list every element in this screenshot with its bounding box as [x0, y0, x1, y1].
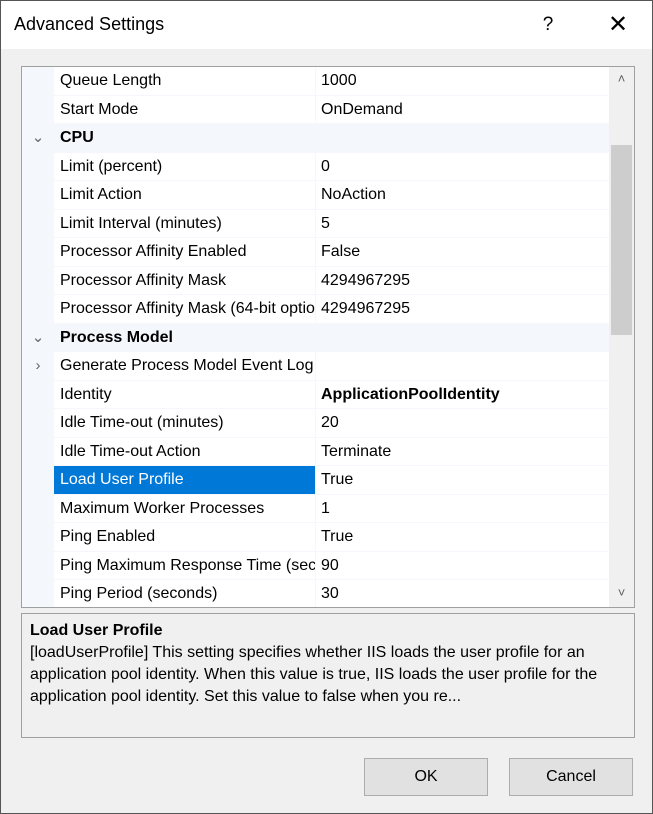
row-gutter	[22, 295, 54, 324]
property-name: Ping Maximum Response Time (seconds)	[54, 551, 315, 579]
close-button[interactable]: ✕	[601, 9, 635, 41]
property-name: Processor Affinity Enabled	[54, 238, 315, 266]
property-value[interactable]: 20	[316, 409, 609, 437]
scroll-down-icon[interactable]: ˅	[609, 585, 634, 600]
property-row[interactable]: Ping Maximum Response Time (seconds)90	[22, 551, 609, 581]
expand-chevron-icon[interactable]: ›	[22, 352, 54, 381]
property-row[interactable]: Idle Time-out Action Terminate	[22, 437, 609, 467]
property-value[interactable]: 4294967295	[316, 295, 609, 323]
row-gutter	[22, 181, 54, 210]
scrollbar-thumb[interactable]	[611, 145, 632, 335]
property-name: Queue Length	[54, 67, 315, 95]
property-value[interactable]	[316, 352, 609, 380]
property-row[interactable]: Ping Enabled True	[22, 523, 609, 552]
property-row[interactable]: Limit (percent) 0	[22, 152, 609, 182]
title-bar: Advanced Settings ? ✕	[1, 1, 652, 49]
description-panel: Load User Profile [loadUserProfile] This…	[21, 613, 635, 738]
cancel-button[interactable]: Cancel	[509, 758, 633, 796]
row-gutter	[22, 153, 54, 182]
property-row[interactable]: Start Mode OnDemand	[22, 95, 609, 125]
property-value[interactable]: 1000	[316, 67, 609, 95]
row-gutter	[22, 381, 54, 410]
collapse-chevron-icon[interactable]: ⌄	[22, 324, 54, 353]
property-value[interactable]: 90	[316, 551, 609, 579]
property-row[interactable]: Maximum Worker Processes 1	[22, 494, 609, 524]
ok-button[interactable]: OK	[364, 758, 488, 796]
property-name: Identity	[54, 380, 315, 408]
vertical-scrollbar[interactable]: ˄ ˅	[609, 67, 634, 607]
row-gutter	[22, 495, 54, 524]
category-row[interactable]: ⌄ Process Model	[22, 324, 609, 353]
row-gutter	[22, 210, 54, 239]
property-name: Start Mode	[54, 95, 315, 123]
property-value[interactable]: True	[316, 523, 609, 551]
property-value[interactable]: ApplicationPoolIdentity	[316, 380, 609, 408]
property-grid: Queue Length 1000 Start Mode OnDemand ⌄ CPU Li…	[21, 66, 635, 608]
property-name: Limit Action	[54, 181, 315, 209]
property-row[interactable]: Ping Period (seconds) 30	[22, 580, 609, 607]
property-name: Load User Profile	[54, 466, 315, 494]
property-name: Processor Affinity Mask (64-bit option)	[54, 295, 315, 323]
property-name: Process Model	[60, 328, 173, 346]
description-title: Load User Profile	[30, 622, 163, 639]
property-name: Limit (percent)	[54, 152, 315, 180]
property-value[interactable]: 0	[316, 152, 609, 180]
property-row[interactable]: Idle Time-out (minutes) 20	[22, 409, 609, 438]
property-value[interactable]: 1	[316, 494, 609, 522]
property-value[interactable]: NoAction	[316, 181, 609, 209]
property-name: Idle Time-out Action	[54, 437, 315, 465]
row-gutter	[22, 438, 54, 467]
property-name: CPU	[60, 129, 94, 146]
row-gutter	[22, 409, 54, 438]
property-value[interactable]: True	[316, 466, 609, 494]
row-gutter	[22, 466, 54, 495]
property-value[interactable]: 30	[316, 580, 609, 607]
property-row[interactable]: Processor Affinity Enabled False	[22, 238, 609, 267]
property-name: Ping Enabled	[54, 523, 315, 551]
property-row[interactable]: Limit Interval (minutes) 5	[22, 209, 609, 239]
property-row[interactable]: Limit Action NoAction	[22, 181, 609, 210]
property-value[interactable]: OnDemand	[316, 95, 609, 123]
property-row[interactable]: Load User Profile True	[22, 466, 609, 495]
property-value[interactable]: 4294967295	[316, 266, 609, 294]
property-row[interactable]: Queue Length 1000	[22, 67, 609, 96]
property-name: Maximum Worker Processes	[54, 494, 315, 522]
property-row[interactable]: ›Generate Process Model Event Log Entry	[22, 352, 609, 381]
property-name: Limit Interval (minutes)	[54, 209, 315, 237]
property-name: Processor Affinity Mask	[54, 266, 315, 294]
property-row[interactable]: Processor Affinity Mask (64-bit option) 4…	[22, 295, 609, 324]
row-gutter	[22, 96, 54, 125]
collapse-chevron-icon[interactable]: ⌄	[22, 124, 54, 153]
property-name: Ping Period (seconds)	[54, 580, 315, 607]
property-name: Idle Time-out (minutes)	[54, 409, 315, 437]
property-value[interactable]: 5	[316, 209, 609, 237]
category-row[interactable]: ⌄ CPU	[22, 124, 609, 153]
window-title: Advanced Settings	[14, 14, 165, 34]
row-gutter	[22, 238, 54, 267]
property-value[interactable]: Terminate	[316, 437, 609, 465]
property-row[interactable]: Processor Affinity Mask 4294967295	[22, 266, 609, 296]
scroll-up-icon[interactable]: ˄	[609, 71, 634, 86]
help-button[interactable]: ?	[531, 9, 565, 41]
property-value[interactable]: False	[316, 238, 609, 266]
row-gutter	[22, 523, 54, 552]
description-text: [loadUserProfile] This setting specifies…	[30, 644, 598, 705]
property-row[interactable]: Identity ApplicationPoolIdentity	[22, 380, 609, 410]
row-gutter	[22, 552, 54, 581]
row-gutter	[22, 580, 54, 607]
property-name: Generate Process Model Event Log Entry	[54, 352, 315, 380]
row-gutter	[22, 267, 54, 296]
row-gutter	[22, 67, 54, 96]
